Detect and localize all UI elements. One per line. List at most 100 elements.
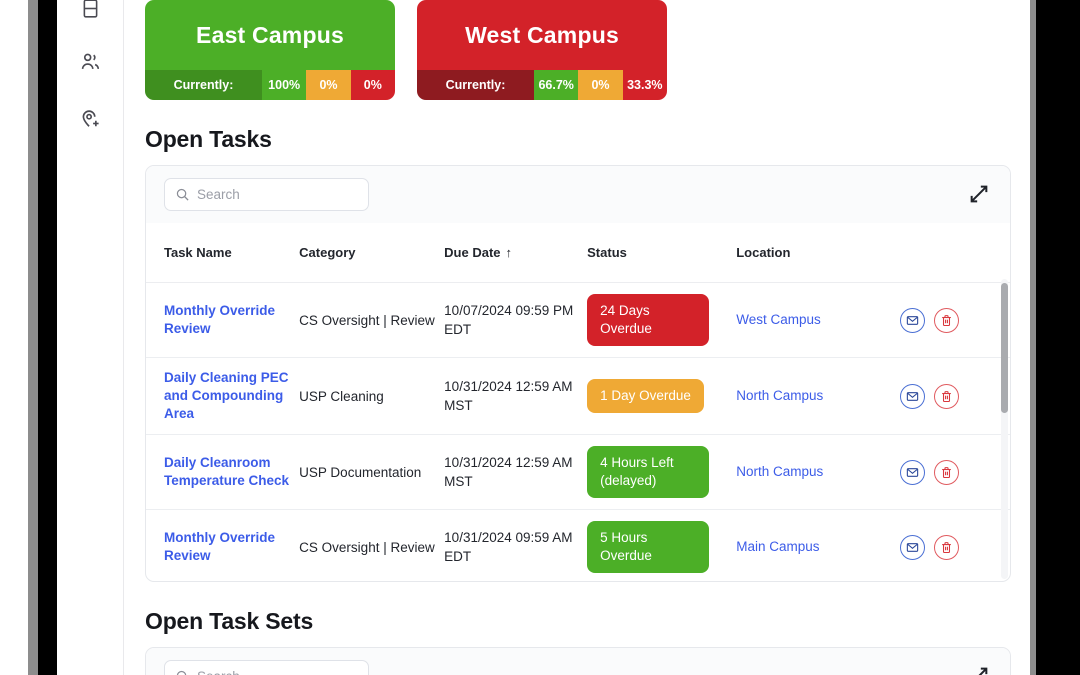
cell-task-name: Daily Cleanroom Temperature Check bbox=[146, 434, 300, 510]
app-frame: East Campus Currently: 100% 0% 0% West C… bbox=[0, 0, 1080, 675]
table-scrollbar-thumb[interactable] bbox=[1001, 283, 1008, 413]
campus-segment-orange: 0% bbox=[578, 70, 623, 100]
trash-icon bbox=[941, 390, 951, 402]
envelope-icon bbox=[906, 315, 918, 325]
delete-button[interactable] bbox=[933, 383, 959, 409]
open-task-sets-search[interactable] bbox=[164, 660, 369, 675]
row-actions bbox=[899, 383, 1010, 409]
cell-location: West Campus bbox=[736, 282, 900, 358]
cell-status: 24 Days Overdue bbox=[587, 282, 737, 358]
open-tasks-table-wrap: Task Name Category Due Date ↑ Status Loca… bbox=[146, 223, 1010, 581]
cell-location: North Campus bbox=[736, 357, 900, 435]
column-header-actions bbox=[899, 223, 1010, 283]
column-header-due-date-label: Due Date bbox=[444, 245, 501, 260]
table-row[interactable]: Monthly Override Review CS Oversight | Re… bbox=[146, 509, 1010, 581]
cell-task-name: Daily Cleaning PEC and Compounding Area bbox=[146, 357, 300, 435]
status-badge: 24 Days Overdue bbox=[587, 294, 710, 346]
send-email-button[interactable] bbox=[899, 383, 925, 409]
cell-task-name: Monthly Override Review bbox=[146, 282, 300, 358]
cell-due-date: 10/07/2024 09:59 PM EDT bbox=[444, 282, 588, 358]
cell-category: CS Oversight | Review bbox=[299, 282, 445, 358]
cell-location: North Campus bbox=[736, 434, 900, 510]
open-tasks-search-input[interactable] bbox=[197, 187, 347, 202]
task-name-link[interactable]: Monthly Override Review bbox=[164, 530, 275, 563]
column-header-due-date[interactable]: Due Date ↑ bbox=[444, 223, 588, 283]
open-task-sets-expand-button[interactable] bbox=[968, 665, 992, 675]
campus-card-footer: Currently: 66.7% 0% 33.3% bbox=[417, 70, 667, 100]
row-actions bbox=[899, 534, 1010, 560]
add-location-icon bbox=[82, 110, 99, 127]
cell-category: CS Oversight | Review bbox=[299, 509, 445, 581]
column-header-status[interactable]: Status bbox=[587, 223, 737, 283]
status-badge: 1 Day Overdue bbox=[587, 379, 704, 413]
campus-segment-red: 33.3% bbox=[622, 70, 667, 100]
category-text: CS Oversight | Review bbox=[299, 539, 435, 555]
send-email-button[interactable] bbox=[899, 307, 925, 333]
expand-icon bbox=[978, 667, 988, 675]
campus-card-footer: Currently: 100% 0% 0% bbox=[145, 70, 395, 100]
delete-button[interactable] bbox=[933, 534, 959, 560]
cell-location: Main Campus bbox=[736, 509, 900, 581]
campus-cards: East Campus Currently: 100% 0% 0% West C… bbox=[124, 0, 1030, 100]
status-badge: 5 Hours Overdue bbox=[587, 521, 710, 573]
trash-icon bbox=[941, 314, 951, 326]
campus-card[interactable]: East Campus Currently: 100% 0% 0% bbox=[145, 0, 395, 100]
task-name-link[interactable]: Daily Cleaning PEC and Compounding Area bbox=[164, 370, 289, 421]
campus-segment-green: 66.7% bbox=[534, 70, 579, 100]
due-date-text: 10/31/2024 09:59 AM EDT bbox=[444, 530, 573, 564]
users-icon bbox=[81, 53, 100, 69]
sidebar-item-saved[interactable] bbox=[68, 0, 112, 30]
column-header-task-name[interactable]: Task Name bbox=[146, 223, 300, 283]
search-icon bbox=[176, 188, 189, 201]
campus-segment-green: 100% bbox=[262, 70, 307, 100]
open-tasks-expand-button[interactable] bbox=[968, 183, 992, 207]
send-email-button[interactable] bbox=[899, 459, 925, 485]
device-frame-right-edge bbox=[1036, 0, 1080, 675]
category-text: USP Cleaning bbox=[299, 388, 384, 404]
cell-actions bbox=[899, 282, 1010, 358]
due-date-text: 10/07/2024 09:59 PM EDT bbox=[444, 303, 574, 337]
send-email-button[interactable] bbox=[899, 534, 925, 560]
campus-card[interactable]: West Campus Currently: 66.7% 0% 33.3% bbox=[417, 0, 667, 100]
campus-segment-orange: 0% bbox=[306, 70, 351, 100]
campus-card-title: East Campus bbox=[145, 0, 395, 70]
open-tasks-table: Task Name Category Due Date ↑ Status Loca… bbox=[146, 223, 1010, 581]
delete-button[interactable] bbox=[933, 307, 959, 333]
location-link[interactable]: North Campus bbox=[736, 464, 823, 479]
search-icon bbox=[176, 670, 187, 675]
open-tasks-panel: Task Name Category Due Date ↑ Status Loca… bbox=[145, 165, 1011, 582]
trash-icon bbox=[941, 466, 951, 478]
category-text: CS Oversight | Review bbox=[299, 312, 435, 328]
cell-category: USP Cleaning bbox=[299, 357, 445, 435]
task-name-link[interactable]: Daily Cleanroom Temperature Check bbox=[164, 455, 289, 488]
cell-status: 1 Day Overdue bbox=[587, 357, 737, 435]
due-date-text: 10/31/2024 12:59 AM MST bbox=[444, 455, 573, 489]
cell-actions bbox=[899, 357, 1010, 435]
device-frame-left-bezel bbox=[28, 0, 38, 675]
envelope-icon bbox=[906, 542, 918, 552]
cell-category: USP Documentation bbox=[299, 434, 445, 510]
column-header-category[interactable]: Category bbox=[299, 223, 445, 283]
sidebar-item-users[interactable] bbox=[68, 40, 112, 84]
cell-due-date: 10/31/2024 12:59 AM MST bbox=[444, 434, 588, 510]
column-header-location[interactable]: Location bbox=[736, 223, 900, 283]
campus-card-title: West Campus bbox=[417, 0, 667, 70]
row-actions bbox=[899, 307, 1010, 333]
open-tasks-search[interactable] bbox=[164, 178, 369, 211]
cell-actions bbox=[899, 509, 1010, 581]
trash-icon bbox=[941, 541, 951, 553]
delete-button[interactable] bbox=[933, 459, 959, 485]
location-link[interactable]: West Campus bbox=[736, 312, 821, 327]
task-name-link[interactable]: Monthly Override Review bbox=[164, 303, 275, 336]
envelope-icon bbox=[906, 391, 918, 401]
envelope-icon bbox=[906, 467, 918, 477]
status-badge: 4 Hours Left (delayed) bbox=[587, 446, 710, 498]
open-task-sets-search-input[interactable] bbox=[197, 669, 347, 675]
sidebar-item-add-location[interactable] bbox=[68, 96, 112, 140]
campus-segment-red: 0% bbox=[350, 70, 395, 100]
location-link[interactable]: Main Campus bbox=[736, 539, 819, 554]
location-link[interactable]: North Campus bbox=[736, 388, 823, 403]
table-row[interactable]: Daily Cleaning PEC and Compounding Area U… bbox=[146, 357, 1010, 435]
table-row[interactable]: Daily Cleanroom Temperature Check USP Doc… bbox=[146, 434, 1010, 510]
table-row[interactable]: Monthly Override Review CS Oversight | Re… bbox=[146, 282, 1010, 358]
